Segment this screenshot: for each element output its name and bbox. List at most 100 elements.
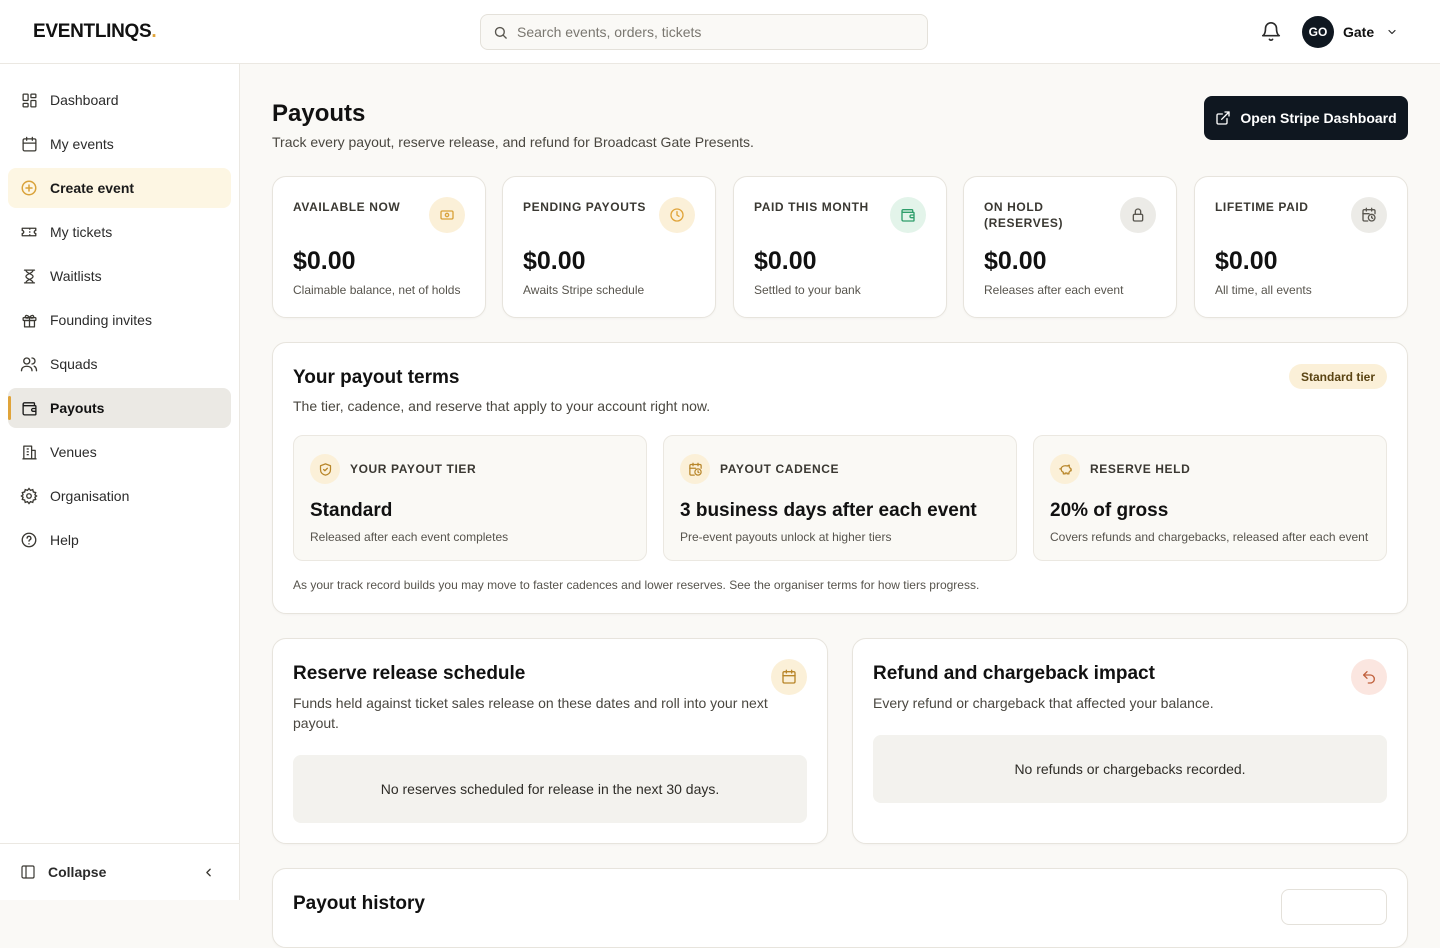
sidebar-item-founding-invites[interactable]: Founding invites (8, 300, 231, 340)
stat-card-pending-payouts: PENDING PAYOUTS $0.00 Awaits Stripe sche… (502, 176, 716, 318)
topbar: EVENTLINQS. GO Gate (0, 0, 1440, 64)
bell-icon[interactable] (1260, 21, 1282, 43)
sidebar-item-payouts[interactable]: Payouts (8, 388, 231, 428)
user-name: Gate (1343, 24, 1375, 40)
sidebar-item-my-tickets[interactable]: My tickets (8, 212, 231, 252)
stat-value: $0.00 (293, 247, 356, 275)
term-card-payout-tier: YOUR PAYOUT TIER Standard Released after… (293, 435, 647, 561)
stat-card-paid-this-month: PAID THIS MONTH $0.00 Settled to your ba… (733, 176, 947, 318)
term-card-reserve-held: RESERVE HELD 20% of gross Covers refunds… (1033, 435, 1387, 561)
stat-value: $0.00 (1215, 247, 1278, 275)
user-menu[interactable]: GO Gate (1302, 16, 1398, 48)
stat-value: $0.00 (754, 247, 817, 275)
gear-icon (20, 487, 38, 505)
sidebar-item-waitlists[interactable]: Waitlists (8, 256, 231, 296)
ticket-icon (20, 223, 38, 241)
sidebar-item-help[interactable]: Help (8, 520, 231, 560)
section-title: Reserve release schedule (293, 663, 526, 684)
lock-icon (1120, 197, 1156, 233)
section-subtitle: Funds held against ticket sales release … (293, 695, 768, 731)
logo[interactable]: EVENTLINQS. (33, 21, 157, 43)
payout-terms-card: Your payout terms The tier, cadence, and… (272, 342, 1408, 614)
stat-card-available-now: AVAILABLE NOW $0.00 Claimable balance, n… (272, 176, 486, 318)
term-note: Pre-event payouts unlock at higher tiers (680, 530, 892, 544)
plus-circle-icon (20, 179, 38, 197)
stat-label: PAID THIS MONTH (754, 200, 869, 214)
term-value: 3 business days after each event (680, 500, 977, 521)
open-stripe-dashboard-button[interactable]: Open Stripe Dashboard (1204, 96, 1408, 140)
collapse-button[interactable]: Collapse (0, 843, 239, 900)
stat-value: $0.00 (523, 247, 586, 275)
wallet-icon (20, 399, 38, 417)
help-icon (20, 531, 38, 549)
gift-icon (20, 311, 38, 329)
term-value: 20% of gross (1050, 500, 1169, 521)
stat-card-on-hold: ON HOLD (RESERVES) $0.00 Releases after … (963, 176, 1177, 318)
term-note: Released after each event completes (310, 530, 509, 544)
sidebar-item-squads[interactable]: Squads (8, 344, 231, 384)
empty-state: No refunds or chargebacks recorded. (873, 735, 1387, 803)
shield-check-icon (310, 454, 340, 484)
sidebar-item-create-event[interactable]: Create event (8, 168, 231, 208)
section-subtitle: Every refund or chargeback that affected… (873, 695, 1214, 711)
stat-note: All time, all events (1215, 283, 1312, 297)
undo-icon (1351, 659, 1387, 695)
calendar-clock-icon (1351, 197, 1387, 233)
stat-note: Releases after each event (984, 283, 1124, 297)
tier-badge: Standard tier (1288, 364, 1387, 389)
sidebar-toggle-icon (21, 865, 35, 879)
sidebar-item-my-events[interactable]: My events (8, 124, 231, 164)
calendar-icon (771, 659, 807, 695)
sidebar-item-label: Organisation (50, 488, 130, 504)
sidebar-item-label: Venues (50, 444, 97, 460)
sidebar-item-organisation[interactable]: Organisation (8, 476, 231, 516)
calendar-icon (20, 135, 38, 153)
term-label: PAYOUT CADENCE (720, 462, 840, 476)
refund-chargeback-card: Refund and chargeback impact Every refun… (852, 638, 1408, 844)
search-input[interactable] (517, 15, 917, 49)
empty-state: No reserves scheduled for release in the… (293, 755, 807, 823)
calendar-clock-icon (680, 454, 710, 484)
stat-label: ON HOLD (RESERVES) (984, 200, 1064, 230)
money-icon (429, 197, 465, 233)
collapse-label: Collapse (48, 864, 107, 880)
term-label: RESERVE HELD (1090, 462, 1191, 476)
sidebar-item-label: Squads (50, 356, 98, 372)
sidebar-item-label: My events (50, 136, 114, 152)
external-link-icon (1216, 111, 1230, 125)
page-title: Payouts (272, 100, 366, 127)
payout-history-card: Payout history (272, 868, 1408, 948)
search-icon (494, 26, 507, 39)
clock-icon (659, 197, 695, 233)
wallet-icon (890, 197, 926, 233)
sidebar: Dashboard My events Create event My tick… (0, 64, 240, 900)
chevron-down-icon (1388, 29, 1396, 35)
stat-card-lifetime-paid: LIFETIME PAID $0.00 All time, all events (1194, 176, 1408, 318)
stat-note: Settled to your bank (754, 283, 861, 297)
term-card-payout-cadence: PAYOUT CADENCE 3 business days after eac… (663, 435, 1017, 561)
section-title: Payout history (293, 893, 425, 914)
sidebar-item-venues[interactable]: Venues (8, 432, 231, 472)
chevron-left-icon (206, 868, 211, 877)
section-subtitle: The tier, cadence, and reserve that appl… (293, 398, 711, 414)
reserve-release-card: Reserve release schedule Funds held agai… (272, 638, 828, 844)
sidebar-item-label: Waitlists (50, 268, 102, 284)
stat-note: Claimable balance, net of holds (293, 283, 461, 297)
dashboard-icon (20, 91, 38, 109)
history-action-button[interactable] (1281, 889, 1387, 925)
page-subtitle: Track every payout, reserve release, and… (272, 134, 754, 150)
term-note: Covers refunds and chargebacks, released… (1050, 530, 1369, 544)
stat-value: $0.00 (984, 247, 1047, 275)
sidebar-item-dashboard[interactable]: Dashboard (8, 80, 231, 120)
users-icon (20, 355, 38, 373)
sidebar-item-label: Create event (50, 180, 135, 196)
piggy-bank-icon (1050, 454, 1080, 484)
search-box[interactable] (480, 14, 928, 50)
section-title: Your payout terms (293, 367, 460, 388)
building-icon (20, 443, 38, 461)
sidebar-item-label: My tickets (50, 224, 113, 240)
stat-label: AVAILABLE NOW (293, 200, 401, 214)
hourglass-icon (20, 267, 38, 285)
term-value: Standard (310, 500, 393, 521)
section-title: Refund and chargeback impact (873, 663, 1155, 684)
